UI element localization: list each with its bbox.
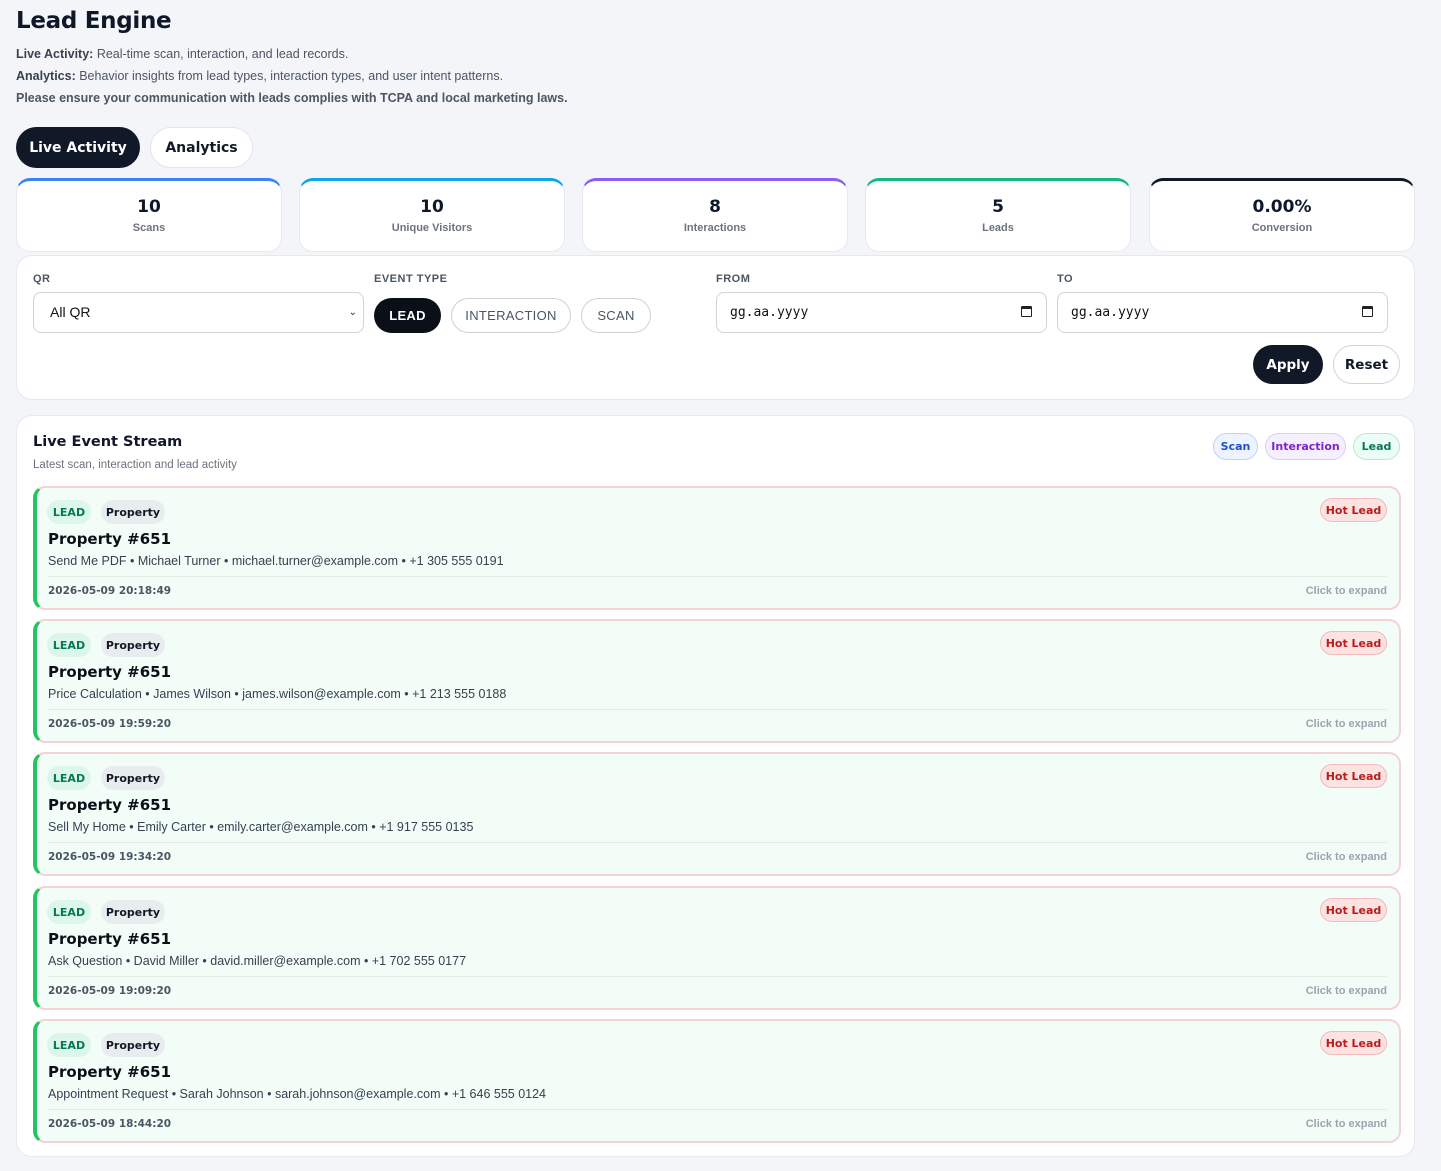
event-timestamp: 2026-05-09 20:18:49 [48, 585, 172, 597]
event-type-interaction[interactable]: INTERACTION [451, 298, 571, 333]
category-badge: Property [101, 500, 165, 524]
event-title: Property #651 [48, 796, 172, 814]
stream-subtitle: Latest scan, interaction and lead activi… [33, 459, 237, 471]
hot-lead-badge: Hot Lead [1320, 898, 1387, 922]
stat-label: Scans [132, 222, 166, 234]
stat-label: Interactions [683, 222, 747, 234]
stat-value: 0.00% [1252, 197, 1312, 217]
filter-panel: QR All QR ⌄ EVENT TYPE LEAD INTERACTION … [16, 255, 1415, 400]
event-type-lead[interactable]: LEAD [374, 298, 441, 333]
expand-hint[interactable]: Click to expand [1306, 851, 1387, 863]
calendar-icon[interactable] [1362, 306, 1373, 317]
event-card[interactable]: LEAD Property Hot Lead Property #651 Sel… [33, 752, 1401, 876]
stat-value: 10 [420, 197, 444, 217]
live-activity-description: Live Activity: Real-time scan, interacti… [16, 47, 349, 61]
compliance-notice: Please ensure your communication with le… [16, 91, 568, 105]
to-date-placeholder: gg.aa.yyyy [1071, 305, 1150, 320]
event-type-badge: LEAD [47, 500, 91, 524]
event-type-badge: LEAD [47, 766, 91, 790]
reset-button[interactable]: Reset [1333, 345, 1400, 384]
stat-card-leads: 5 Leads [865, 178, 1131, 252]
legend-interaction: Interaction [1265, 433, 1346, 460]
stat-value: 5 [992, 197, 1004, 217]
event-detail: Price Calculation • James Wilson • james… [48, 687, 507, 701]
category-badge: Property [101, 1033, 165, 1057]
event-card[interactable]: LEAD Property Hot Lead Property #651 Ask… [33, 886, 1401, 1010]
stat-card-interactions: 8 Interactions [582, 178, 848, 252]
event-detail: Send Me PDF • Michael Turner • michael.t… [48, 554, 504, 568]
page-title: Lead Engine [16, 8, 172, 34]
stat-label: Conversion [1251, 222, 1313, 234]
legend-scan: Scan [1213, 433, 1258, 460]
event-type-badge: LEAD [47, 1033, 91, 1057]
qr-select[interactable]: All QR ⌄ [33, 292, 364, 333]
stat-card-conversion: 0.00% Conversion [1149, 178, 1415, 252]
event-detail: Appointment Request • Sarah Johnson • sa… [48, 1087, 547, 1101]
chevron-down-icon: ⌄ [348, 307, 357, 318]
stat-card-scans: 10 Scans [16, 178, 282, 252]
hot-lead-badge: Hot Lead [1320, 498, 1387, 522]
stat-label: Unique Visitors [391, 222, 473, 234]
stream-title: Live Event Stream [33, 434, 183, 450]
hot-lead-badge: Hot Lead [1320, 631, 1387, 655]
tab-analytics[interactable]: Analytics [150, 127, 253, 168]
divider [48, 1109, 1387, 1110]
event-type-scan[interactable]: SCAN [581, 298, 651, 333]
event-title: Property #651 [48, 663, 172, 681]
expand-hint[interactable]: Click to expand [1306, 585, 1387, 597]
tab-live-activity[interactable]: Live Activity [16, 127, 140, 168]
event-type-label: EVENT TYPE [374, 273, 448, 285]
analytics-description: Analytics: Behavior insights from lead t… [16, 69, 504, 83]
to-date-label: TO [1057, 273, 1074, 285]
category-badge: Property [101, 766, 165, 790]
event-timestamp: 2026-05-09 18:44:20 [48, 1118, 172, 1130]
event-timestamp: 2026-05-09 19:59:20 [48, 718, 172, 730]
stat-value: 10 [137, 197, 161, 217]
divider [48, 709, 1387, 710]
category-badge: Property [101, 900, 165, 924]
stat-card-unique-visitors: 10 Unique Visitors [299, 178, 565, 252]
divider [48, 976, 1387, 977]
event-card[interactable]: LEAD Property Hot Lead Property #651 App… [33, 1019, 1401, 1143]
from-date-label: FROM [716, 273, 751, 285]
qr-select-value: All QR [50, 304, 91, 320]
expand-hint[interactable]: Click to expand [1306, 985, 1387, 997]
hot-lead-badge: Hot Lead [1320, 1031, 1387, 1055]
category-badge: Property [101, 633, 165, 657]
divider [48, 842, 1387, 843]
event-type-badge: LEAD [47, 633, 91, 657]
from-date-input[interactable]: gg.aa.yyyy [716, 292, 1047, 333]
event-title: Property #651 [48, 930, 172, 948]
live-event-stream: Live Event Stream Latest scan, interacti… [16, 415, 1415, 1157]
event-card[interactable]: LEAD Property Hot Lead Property #651 Pri… [33, 619, 1401, 743]
from-date-placeholder: gg.aa.yyyy [730, 305, 809, 320]
event-detail: Sell My Home • Emily Carter • emily.cart… [48, 820, 474, 834]
expand-hint[interactable]: Click to expand [1306, 718, 1387, 730]
apply-button[interactable]: Apply [1253, 345, 1323, 384]
event-timestamp: 2026-05-09 19:09:20 [48, 985, 172, 997]
event-type-badge: LEAD [47, 900, 91, 924]
event-card[interactable]: LEAD Property Hot Lead Property #651 Sen… [33, 486, 1401, 610]
divider [48, 576, 1387, 577]
to-date-input[interactable]: gg.aa.yyyy [1057, 292, 1388, 333]
stat-value: 8 [709, 197, 721, 217]
event-timestamp: 2026-05-09 19:34:20 [48, 851, 172, 863]
event-title: Property #651 [48, 1063, 172, 1081]
qr-filter-label: QR [33, 273, 51, 285]
calendar-icon[interactable] [1021, 306, 1032, 317]
event-title: Property #651 [48, 530, 172, 548]
event-detail: Ask Question • David Miller • david.mill… [48, 954, 467, 968]
expand-hint[interactable]: Click to expand [1306, 1118, 1387, 1130]
hot-lead-badge: Hot Lead [1320, 764, 1387, 788]
legend-lead: Lead [1353, 433, 1400, 460]
stat-label: Leads [982, 222, 1014, 234]
